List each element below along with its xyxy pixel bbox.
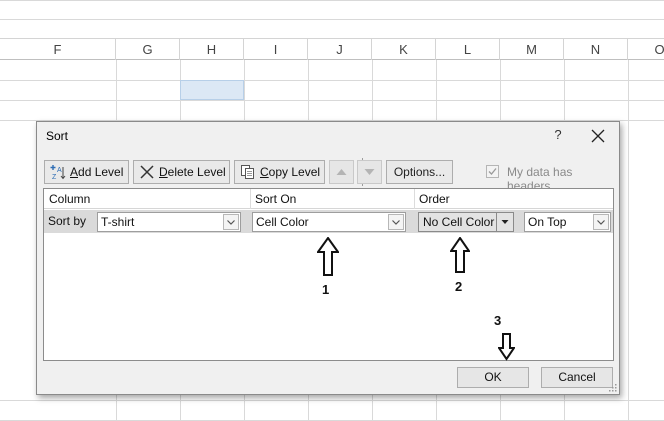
column-select-value: T-shirt [101, 215, 135, 229]
triangle-up-icon [336, 169, 347, 175]
header-column: Column [49, 192, 91, 206]
column-select-dropdown[interactable] [223, 214, 239, 230]
delete-x-icon [140, 165, 154, 179]
column-header-f[interactable]: F [0, 39, 116, 60]
headers-checkbox[interactable] [486, 165, 499, 178]
list-header: Column Sort On Order [44, 189, 613, 209]
sort-on-select-value: Cell Color [256, 215, 309, 229]
annotation-arrow-down-icon [498, 333, 515, 361]
column-header-m[interactable]: M [500, 39, 564, 60]
annotation-number-2: 2 [455, 279, 463, 294]
column-header-k[interactable]: K [372, 39, 436, 60]
sort-on-select[interactable]: Cell Color [252, 212, 406, 232]
copy-level-button[interactable]: Copy Level [234, 160, 325, 184]
sort-level-row[interactable]: Sort by T-shirt Cell Color No Cell Color… [44, 210, 613, 233]
order-color-select[interactable]: No Cell Color [418, 212, 514, 232]
options-button[interactable]: Options... [386, 160, 453, 184]
add-level-label: Add Level [70, 165, 124, 179]
move-up-button[interactable] [329, 160, 354, 184]
header-order: Order [419, 192, 450, 206]
annotation-arrow-up-icon [450, 237, 470, 273]
grid-line [0, 19, 664, 20]
options-label: Options... [393, 165, 446, 179]
column-header-row: F G H I J K L M N O [0, 38, 664, 60]
annotation-number-3: 3 [494, 313, 502, 328]
triangle-down-icon [364, 169, 375, 175]
header-separator [250, 189, 251, 209]
add-level-icon: A Z [50, 165, 66, 180]
sort-on-select-dropdown[interactable] [388, 214, 404, 230]
svg-text:Z: Z [52, 174, 57, 180]
resize-grip-icon[interactable] [608, 383, 617, 392]
column-header-g[interactable]: G [116, 39, 180, 60]
cancel-button[interactable]: Cancel [541, 367, 613, 388]
copy-icon [241, 165, 254, 179]
ok-button[interactable]: OK [457, 367, 529, 388]
column-header-h[interactable]: H [180, 39, 244, 60]
copy-level-label: Copy Level [260, 165, 321, 179]
chevron-down-icon [597, 220, 605, 225]
triangle-down-icon [501, 220, 509, 224]
dialog-title: Sort [46, 129, 69, 143]
delete-level-button[interactable]: Delete Level [133, 160, 230, 184]
grid-line [0, 0, 664, 1]
order-position-select[interactable]: On Top [524, 212, 611, 232]
delete-level-label: Delete Level [159, 165, 226, 179]
svg-text:A: A [57, 167, 62, 174]
header-separator [414, 189, 415, 209]
add-level-button[interactable]: A Z Add Level [44, 160, 129, 184]
annotation-arrow-up-icon [317, 237, 339, 276]
chevron-down-icon [392, 220, 400, 225]
column-select[interactable]: T-shirt [97, 212, 241, 232]
column-header-l[interactable]: L [436, 39, 500, 60]
help-button[interactable]: ? [548, 125, 568, 145]
order-position-value: On Top [528, 215, 567, 229]
move-down-button[interactable] [357, 160, 382, 184]
header-sort-on: Sort On [255, 192, 297, 206]
close-button[interactable] [586, 125, 610, 147]
selected-cell-h[interactable] [180, 80, 244, 100]
checkmark-icon [488, 168, 497, 175]
column-header-j[interactable]: J [308, 39, 372, 60]
chevron-down-icon [227, 220, 235, 225]
column-header-o[interactable]: O [628, 39, 664, 60]
order-color-dropdown[interactable] [496, 213, 513, 231]
close-icon [591, 129, 605, 143]
column-header-n[interactable]: N [564, 39, 628, 60]
annotation-number-1: 1 [322, 282, 330, 297]
column-header-i[interactable]: I [244, 39, 308, 60]
order-color-value: No Cell Color [423, 215, 495, 229]
sort-by-label: Sort by [48, 214, 87, 228]
order-position-dropdown[interactable] [593, 214, 609, 230]
grid-line [628, 60, 629, 421]
